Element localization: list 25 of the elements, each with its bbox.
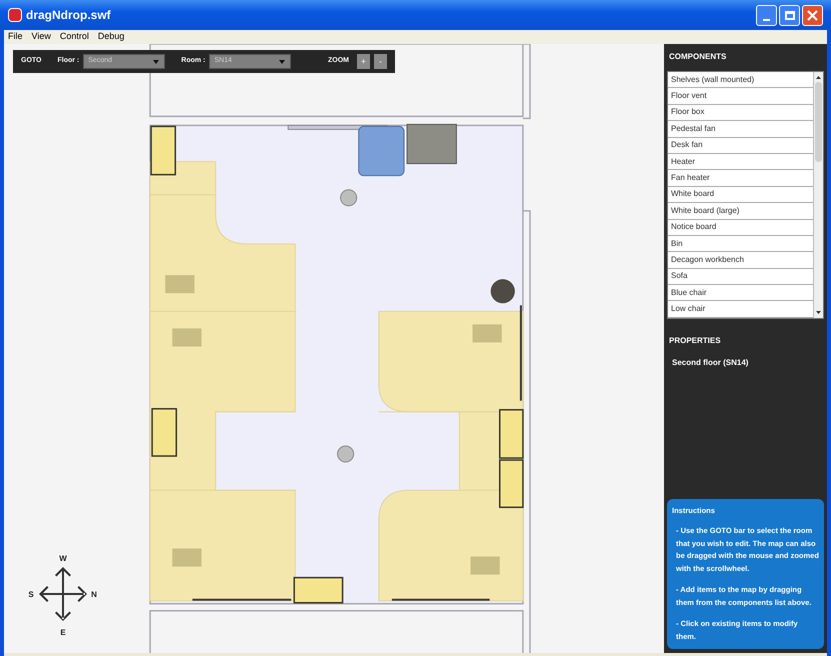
- close-icon: [807, 10, 818, 20]
- scrollbar-thumb[interactable]: [815, 82, 822, 162]
- caret-icon: [153, 60, 160, 64]
- app-icon: [8, 8, 22, 22]
- compass-north-label: N: [91, 590, 97, 599]
- compass-icon: [39, 567, 87, 621]
- maximize-button[interactable]: [779, 4, 800, 26]
- menu-item[interactable]: Control: [60, 30, 89, 44]
- scroll-up-icon: [816, 76, 821, 78]
- caret-icon: [279, 60, 286, 64]
- compass-south-label: S: [28, 590, 34, 599]
- properties-text: Second floor (SN14): [671, 356, 750, 369]
- scroll-down-icon: [816, 311, 821, 314]
- close-button[interactable]: [802, 4, 823, 26]
- properties-title: PROPERTIES: [668, 334, 722, 347]
- component-item[interactable]: Shelves (wall mounted): [668, 72, 813, 88]
- menu-item[interactable]: File: [8, 30, 23, 44]
- compass-east-label: E: [60, 628, 66, 637]
- compass-west-label: W: [59, 554, 67, 563]
- menu-item[interactable]: Debug: [98, 30, 124, 44]
- window-title: dragNdrop.swf: [26, 7, 111, 24]
- menu-item[interactable]: View: [32, 30, 51, 44]
- scrollbar[interactable]: [813, 72, 823, 318]
- minimize-button[interactable]: [756, 4, 777, 26]
- components-title: COMPONENTS: [668, 51, 728, 63]
